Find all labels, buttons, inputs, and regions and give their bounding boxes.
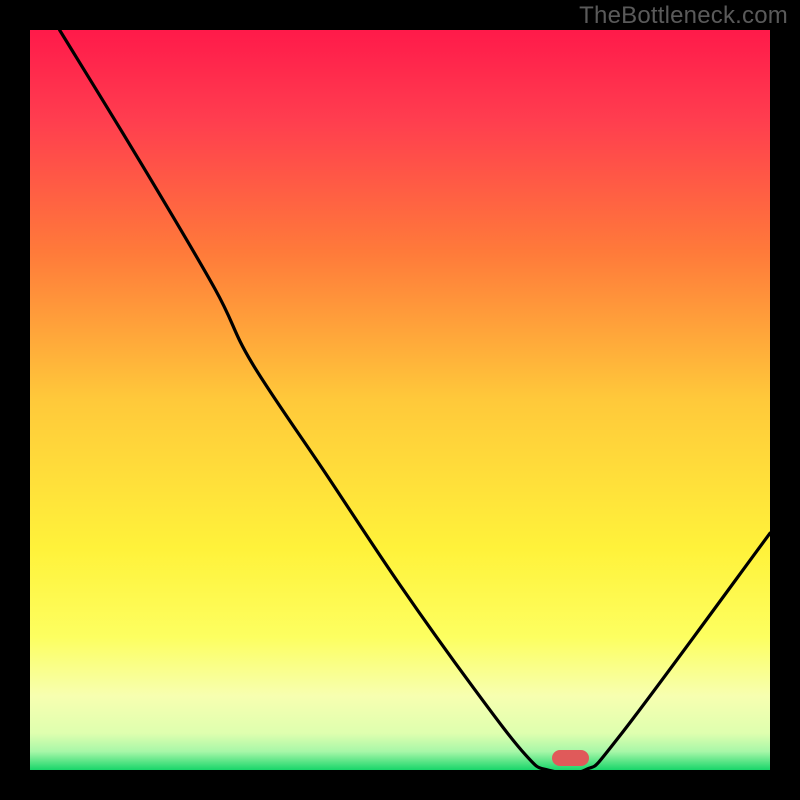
watermark-text: TheBottleneck.com <box>579 2 788 30</box>
bottleneck-curve <box>60 30 770 770</box>
curve-layer <box>30 30 770 770</box>
chart-container: TheBottleneck.com <box>0 0 800 800</box>
optimal-marker <box>552 750 589 766</box>
